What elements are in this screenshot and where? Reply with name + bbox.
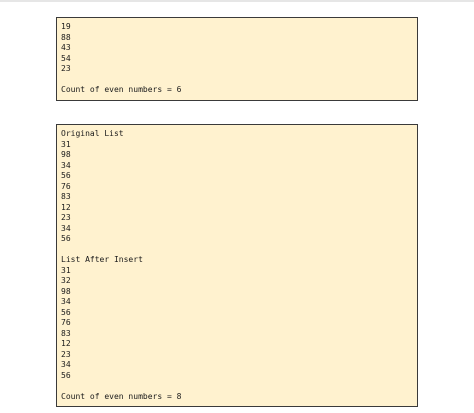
- number-line: 54: [61, 53, 71, 63]
- number-line: 98: [61, 150, 71, 159]
- number-line: 31: [61, 139, 71, 149]
- number-line: 34: [61, 297, 71, 306]
- list-after-insert-heading: List After Insert: [61, 255, 143, 264]
- number-line: 19: [61, 22, 71, 31]
- even-count-label: Count of even numbers = 6: [61, 85, 182, 94]
- original-list-heading: Original List: [61, 129, 124, 138]
- number-line: 31: [61, 265, 71, 275]
- number-line: 23: [61, 349, 71, 359]
- number-line: 83: [61, 192, 71, 201]
- number-line: 32: [61, 276, 71, 285]
- number-line: 56: [61, 234, 71, 243]
- number-line: 34: [61, 160, 71, 170]
- number-line: 56: [61, 307, 71, 317]
- number-line: 34: [61, 223, 71, 233]
- number-line: 76: [61, 181, 71, 191]
- output-panel-2: Original List 31 98 34 56 76 83 12 23 34…: [56, 124, 418, 407]
- number-line: 23: [61, 64, 71, 73]
- number-line: 34: [61, 360, 71, 369]
- number-line: 83: [61, 328, 71, 338]
- number-line: 56: [61, 171, 71, 180]
- number-line: 12: [61, 202, 71, 212]
- even-count-label: Count of even numbers = 8: [61, 391, 182, 401]
- number-line: 23: [61, 213, 71, 222]
- number-line: 43: [61, 43, 71, 52]
- output-panel-1: 19 88 43 54 23 Count of even numbers = 6: [56, 17, 418, 101]
- number-line: 56: [61, 370, 71, 380]
- number-line: 12: [61, 339, 71, 348]
- number-line: 98: [61, 286, 71, 296]
- top-divider: [0, 0, 474, 2]
- number-line: 88: [61, 32, 71, 42]
- number-line: 76: [61, 318, 71, 327]
